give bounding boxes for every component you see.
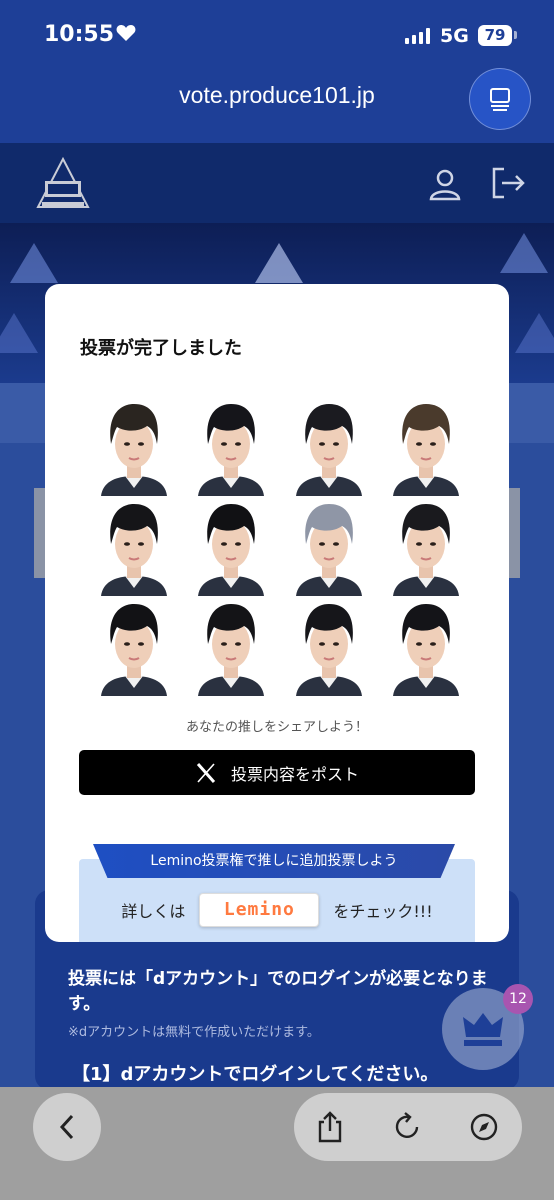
trainee-portrait xyxy=(280,396,378,496)
lemino-banner: Lemino投票権で推しに追加投票しよう xyxy=(93,844,455,878)
portrait-image xyxy=(100,604,167,696)
crown-icon xyxy=(463,1013,503,1046)
portrait-image xyxy=(393,404,460,496)
share-caption: あなたの推しをシェアしよう！ xyxy=(185,720,368,735)
post-to-x-button[interactable]: 投票内容をポスト xyxy=(79,750,475,795)
portrait-image xyxy=(393,604,460,696)
trainee-grid xyxy=(85,396,475,696)
safari-button[interactable] xyxy=(466,1109,502,1145)
browser-url-bar[interactable]: vote.produce101.jp xyxy=(0,68,554,143)
post-button-label: 投票内容をポスト xyxy=(230,764,359,784)
lemino-logo-button[interactable]: Lemino xyxy=(199,893,320,927)
site-header xyxy=(0,143,554,223)
portrait-image xyxy=(393,504,460,596)
share-icon xyxy=(318,1111,342,1143)
trainee-portrait xyxy=(280,496,378,596)
trainee-portrait xyxy=(378,596,476,696)
logout-icon[interactable] xyxy=(490,165,526,201)
battery-tip xyxy=(514,31,517,39)
trainee-portrait xyxy=(85,496,183,596)
trainee-portrait xyxy=(183,596,281,696)
toolbar-actions xyxy=(294,1093,522,1161)
portrait-image xyxy=(198,504,265,596)
tabs-icon xyxy=(490,88,510,111)
signal-icon xyxy=(405,28,430,44)
reload-button[interactable] xyxy=(389,1109,425,1145)
portrait-image xyxy=(100,504,167,596)
portrait-image xyxy=(295,504,362,596)
login-notice: 投票には「dアカウント」でのログインが必要となります。 xyxy=(68,969,488,1014)
produce101-logo-icon[interactable] xyxy=(36,157,90,213)
fab-badge: 12 xyxy=(503,984,533,1014)
modal-title: 投票が完了しました xyxy=(80,338,242,359)
status-time: 10:55 xyxy=(44,22,115,47)
side-block xyxy=(508,488,520,578)
chevron-left-icon xyxy=(59,1114,74,1140)
x-logo-icon xyxy=(196,762,216,783)
back-button[interactable] xyxy=(33,1093,101,1161)
trainee-portrait xyxy=(85,396,183,496)
battery-indicator: 79 xyxy=(478,25,512,46)
trainee-portrait xyxy=(378,396,476,496)
trainee-portrait xyxy=(183,496,281,596)
vote-complete-modal: 投票が完了しました あなたの推しをシェアしよう！ 投票内容をポスト Lemino… xyxy=(45,284,509,942)
lemino-prefix: 詳しくは xyxy=(121,902,186,921)
tab-menu-button[interactable] xyxy=(469,68,531,130)
trainee-portrait xyxy=(85,596,183,696)
browser-toolbar xyxy=(0,1087,554,1200)
share-button[interactable] xyxy=(312,1109,348,1145)
lemino-row: 詳しくは Lemino をチェック!!! xyxy=(79,890,475,930)
lemino-suffix: をチェック!!! xyxy=(333,902,433,921)
network-type: 5G xyxy=(440,25,469,47)
portrait-image xyxy=(295,604,362,696)
compass-icon xyxy=(470,1113,498,1141)
status-bar: 10:55 5G 79 xyxy=(0,0,554,70)
portrait-image xyxy=(100,404,167,496)
heart-icon xyxy=(116,25,136,41)
trainee-portrait xyxy=(378,496,476,596)
login-step: 【1】dアカウントでログインしてください。 xyxy=(72,1064,439,1085)
portrait-image xyxy=(198,404,265,496)
portrait-image xyxy=(295,404,362,496)
portrait-image xyxy=(198,604,265,696)
reload-icon xyxy=(395,1112,419,1138)
trainee-portrait xyxy=(280,596,378,696)
login-note: ※dアカウントは無料で作成いただけます。 xyxy=(68,1025,320,1040)
trainee-portrait xyxy=(183,396,281,496)
user-icon[interactable] xyxy=(428,167,462,201)
